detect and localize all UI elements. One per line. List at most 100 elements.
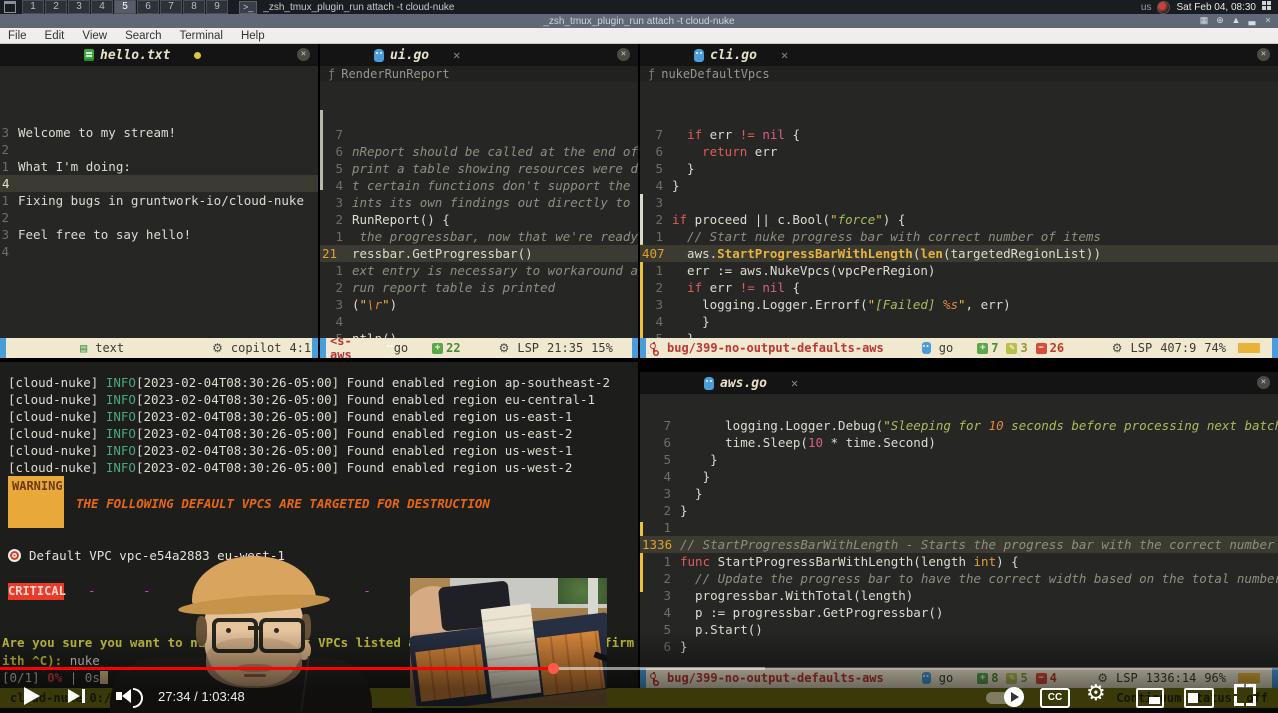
captions-button[interactable]: CC: [1040, 688, 1070, 708]
list-item-File[interactable]: File: [8, 30, 27, 42]
list-item-2[interactable]: 2: [45, 0, 67, 14]
miniplayer-button[interactable]: [1136, 688, 1164, 708]
git-added-icon: +: [432, 343, 443, 354]
git-added-icon: +: [977, 343, 988, 354]
git-branch-label: <s-aws: [330, 334, 352, 358]
lang-label: go: [394, 341, 408, 355]
move-icon[interactable]: ⊕: [1214, 15, 1226, 26]
network-tray-icon[interactable]: [1157, 1, 1170, 14]
list-item-Terminal[interactable]: Terminal: [180, 30, 223, 42]
code-line: 2if proceed || c.Bool("force") {: [640, 211, 1278, 228]
tile-icon[interactable]: ▦: [1198, 15, 1210, 26]
editor-hello-content[interactable]: 3Welcome to my stream!21What I'm doing:4…: [0, 124, 318, 260]
taskbar-window-button[interactable]: _zsh_tmux_plugin_run attach -t cloud-nuk…: [263, 2, 454, 13]
close-icon[interactable]: ✕: [1257, 48, 1270, 61]
workspace-switcher[interactable]: 123456789: [22, 0, 229, 14]
function-symbol-icon: ƒ: [648, 67, 655, 81]
tab-close-icon[interactable]: ✕: [791, 376, 798, 390]
list-item-4[interactable]: 4: [91, 0, 113, 14]
line-number: 21: [320, 245, 352, 262]
tab-close-icon[interactable]: ✕: [453, 48, 460, 62]
clock[interactable]: Sat Feb 04, 08:30: [1176, 2, 1256, 13]
close-icon[interactable]: ✕: [1257, 376, 1270, 389]
list-item-1[interactable]: 1: [22, 0, 44, 14]
list-item-8[interactable]: 8: [183, 0, 205, 14]
code-line: 5 }: [640, 451, 1278, 468]
seek-bar-scrubber[interactable]: [548, 663, 559, 674]
minimize-icon[interactable]: ▃: [1246, 15, 1258, 26]
gear-icon: ⚙: [499, 341, 510, 355]
keyboard-layout-indicator[interactable]: us: [1141, 2, 1152, 13]
code-line: 6 return err: [640, 143, 1278, 160]
terminal-window-icon[interactable]: >_: [239, 1, 257, 14]
code-line: 2}: [640, 502, 1278, 519]
window-titlebar[interactable]: _zsh_tmux_plugin_run attach -t cloud-nuk…: [0, 14, 1278, 28]
line-number: 4: [640, 177, 672, 194]
theater-mode-button[interactable]: [1184, 688, 1214, 708]
editor-cli-content[interactable]: 7 if err != nil {6 return err5 }4}32if p…: [640, 126, 1278, 358]
pane-hello-txt[interactable]: hello.txt ✕ 3Welcome to my stream!21What…: [0, 44, 318, 358]
code-line: 6nReport should be called at the end of …: [320, 143, 638, 160]
stream-video-frame: 123456789 >_ _zsh_tmux_plugin_run attach…: [0, 0, 1278, 713]
show-desktop-icon[interactable]: [1262, 1, 1274, 13]
code-line: 1 err := aws.NukeVpcs(vpcPerRegion): [640, 262, 1278, 279]
window-menu-icon[interactable]: [4, 1, 16, 13]
code-line: 2 // Update the progress bar to have the…: [640, 570, 1278, 587]
list-item-9[interactable]: 9: [206, 0, 228, 14]
line-number: 1: [0, 158, 18, 175]
go-file-icon: [694, 49, 704, 62]
code-line: [cloud-nuke] INFO[2023-02-04T08:30:26-05…: [8, 459, 638, 476]
next-button[interactable]: [68, 689, 80, 703]
line-number: 2: [320, 211, 352, 228]
list-item-5[interactable]: 5: [114, 0, 136, 14]
shade-icon[interactable]: ▲: [1230, 15, 1242, 26]
menubar: File Edit View Search Terminal Help: [0, 28, 1278, 44]
list-item-3[interactable]: 3: [68, 0, 90, 14]
line-number: 4: [640, 313, 672, 330]
tab-hello-txt[interactable]: hello.txt: [70, 44, 211, 66]
list-item-6[interactable]: 6: [137, 0, 159, 14]
modified-dot-icon: [194, 52, 201, 59]
list-item-Help[interactable]: Help: [241, 30, 265, 42]
code-line: 3("\r"): [320, 296, 638, 313]
line-number: 3: [640, 587, 680, 604]
list-item-Search[interactable]: Search: [125, 30, 161, 42]
list-item-Edit[interactable]: Edit: [45, 30, 65, 42]
code-line: 3 progressbar.WithTotal(length): [640, 587, 1278, 604]
line-number: 4: [0, 175, 18, 192]
list-item-View[interactable]: View: [82, 30, 107, 42]
editor-ui-content[interactable]: 76nReport should be called at the end of…: [320, 126, 638, 358]
close-icon[interactable]: ✕: [617, 48, 630, 61]
tab-aws-go[interactable]: aws.go ✕: [690, 372, 808, 394]
line-number: 6: [320, 143, 352, 160]
pane-ui-go[interactable]: ui.go ✕ ✕ ƒRenderRunReport 76nReport sho…: [320, 44, 638, 358]
close-window-icon[interactable]: ×: [1262, 15, 1274, 26]
play-button[interactable]: [24, 687, 40, 705]
list-item-7[interactable]: 7: [160, 0, 182, 14]
line-number: 4: [0, 243, 18, 260]
close-icon[interactable]: ✕: [297, 48, 310, 61]
pane-aws-go[interactable]: aws.go ✕ ✕ 7 logging.Logger.Debug("Sleep…: [640, 372, 1278, 688]
next-button-bar: [82, 689, 85, 703]
line-number: 7: [320, 126, 352, 143]
go-file-icon: [704, 377, 714, 390]
line-number: 3: [0, 124, 18, 141]
gear-icon: ⚙: [212, 341, 223, 355]
code-line: 2 if err != nil {: [640, 279, 1278, 296]
tab-label: aws.go: [720, 376, 767, 391]
critical-badge: CRITICAL: [8, 583, 64, 600]
tab-cli-go[interactable]: cli.go ✕: [680, 44, 798, 66]
seek-bar-played: [0, 667, 553, 670]
tab-ui-go[interactable]: ui.go ✕: [360, 44, 470, 66]
player-settings-gear-icon[interactable]: ⚙: [1086, 681, 1106, 706]
line-number: 2: [320, 279, 352, 296]
tab-close-icon[interactable]: ✕: [781, 48, 788, 62]
cursor-position: 4:1: [289, 341, 311, 355]
code-line: 1func StartProgressBarWithLength(length …: [640, 553, 1278, 570]
editor-aws-content[interactable]: 7 logging.Logger.Debug("Sleeping for 10 …: [640, 417, 1278, 655]
window-title: _zsh_tmux_plugin_run attach -t cloud-nuk…: [543, 16, 734, 27]
pane-cli-go[interactable]: cli.go ✕ ✕ ƒnukeDefaultVpcs 7 if err != …: [640, 44, 1278, 358]
function-symbol-icon: ƒ: [328, 67, 335, 81]
fullscreen-button[interactable]: [1234, 684, 1256, 706]
line-number: 1336: [640, 536, 680, 553]
